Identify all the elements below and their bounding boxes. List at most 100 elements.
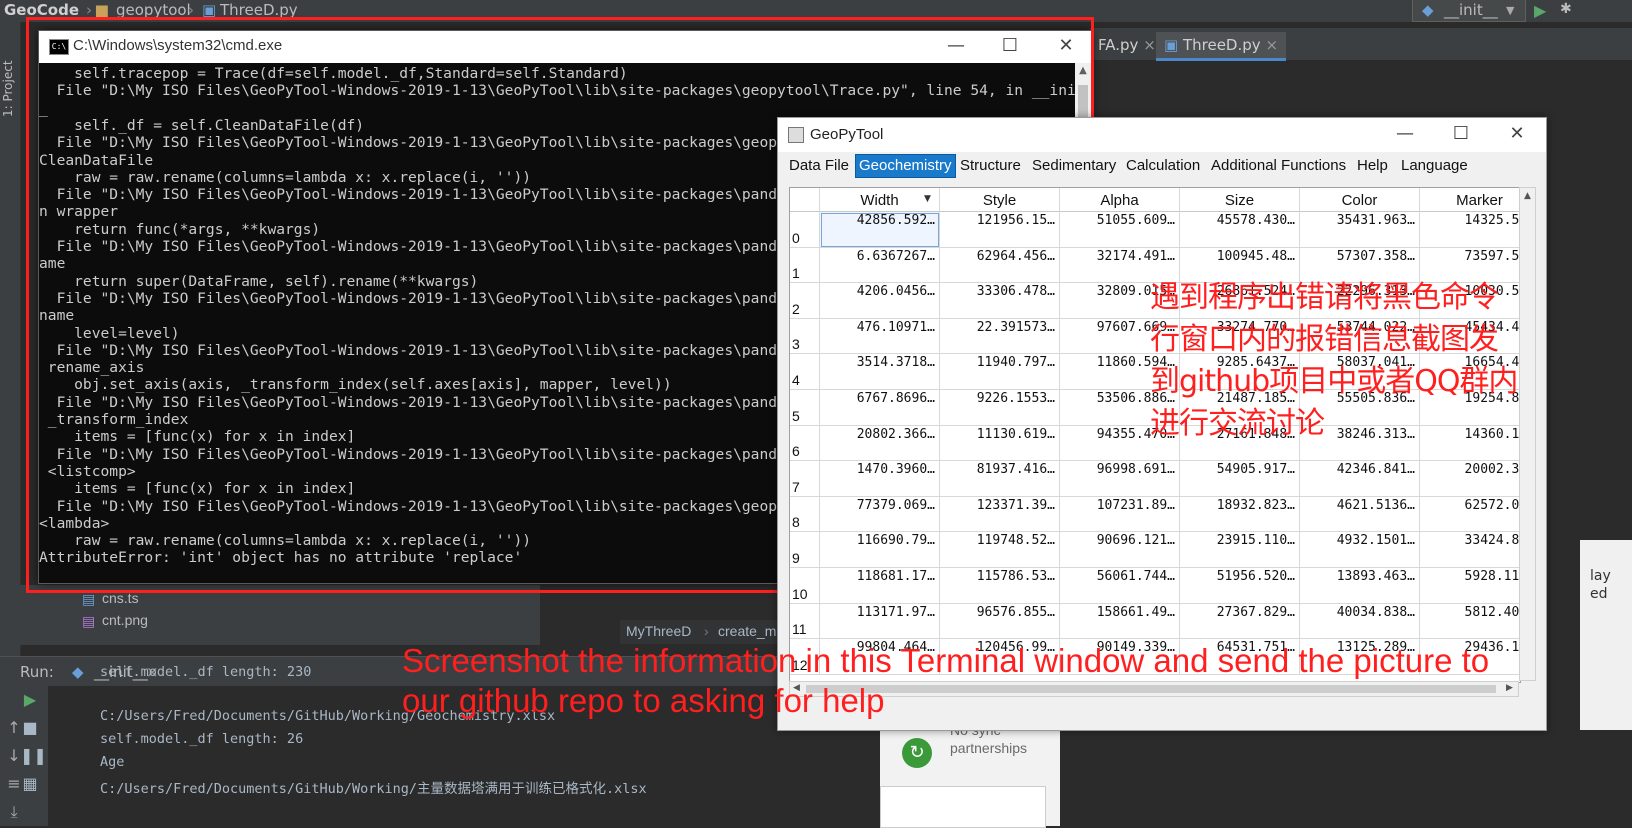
column-header[interactable]: Size	[1180, 188, 1300, 212]
table-cell[interactable]: 51956.520…	[1180, 568, 1300, 604]
table-hscrollbar[interactable]: ◀ ▶	[789, 681, 1519, 697]
row-header[interactable]: 8	[790, 496, 820, 533]
close-icon[interactable]: ×	[1143, 36, 1156, 54]
table-cell[interactable]: 118681.17…	[820, 568, 940, 604]
table-vscrollbar[interactable]: ▲	[1519, 187, 1536, 681]
table-cell[interactable]: 116690.79…	[820, 532, 940, 568]
tab-threed[interactable]: ▣ ThreeD.py ×	[1156, 32, 1287, 61]
table-cell[interactable]: 81937.416…	[940, 461, 1060, 497]
table-cell[interactable]: 113171.97…	[820, 603, 940, 640]
table-cell[interactable]: 3514.3718…	[820, 354, 940, 390]
table-cell[interactable]: 14360.184	[1420, 426, 1520, 462]
table-cell[interactable]: 476.10971…	[820, 318, 940, 355]
table-cell[interactable]: 23915.110…	[1180, 532, 1300, 568]
breadcrumb-method[interactable]: create_m	[718, 623, 776, 639]
table-cell[interactable]: 22.391573…	[940, 318, 1060, 355]
table-cell[interactable]: 158661.49…	[1060, 603, 1180, 640]
breadcrumb-class[interactable]: MyThreeD	[626, 623, 691, 639]
table-cell[interactable]: 6.6367267…	[820, 247, 940, 284]
table-cell[interactable]: 11130.619…	[940, 425, 1060, 462]
table-cell[interactable]: 107231.89…	[1060, 496, 1180, 533]
table-corner[interactable]	[790, 188, 820, 212]
table-cell[interactable]: 123371.39…	[940, 496, 1060, 533]
menu-item[interactable]: Sedimentary	[1029, 155, 1119, 177]
table-cell[interactable]: 96998.691…	[1060, 461, 1180, 497]
table-cell[interactable]: 119748.52…	[940, 532, 1060, 568]
table-cell[interactable]: 42856.592…	[820, 212, 940, 248]
file-tree-item[interactable]: cnt.png	[102, 612, 148, 628]
column-header[interactable]: Alpha	[1060, 188, 1180, 212]
table-cell[interactable]: 5928.1179	[1420, 568, 1520, 604]
geo-titlebar[interactable]: GeoPyTool — ☐ ✕	[778, 118, 1546, 152]
table-cell[interactable]: 62572.049	[1420, 497, 1520, 533]
table-cell[interactable]: 6767.8696…	[820, 390, 940, 426]
row-header[interactable]: 6	[790, 425, 820, 462]
row-header[interactable]: 1	[790, 247, 820, 284]
table-cell[interactable]: 4206.0456…	[820, 283, 940, 319]
layout-icon[interactable]: ▦	[20, 774, 40, 794]
column-header[interactable]: Marker	[1420, 188, 1520, 212]
table-cell[interactable]: 20002.371	[1420, 461, 1520, 497]
sync-button[interactable]	[880, 786, 1046, 828]
project-tool-tab[interactable]: 1: Project	[1, 60, 15, 117]
scroll-thumb[interactable]	[806, 685, 1496, 693]
menu-item[interactable]: Data File	[786, 155, 852, 177]
column-header[interactable]: Color	[1300, 188, 1420, 212]
row-header[interactable]: 7	[790, 461, 820, 497]
table-cell[interactable]: 90696.121…	[1060, 532, 1180, 568]
minimize-button[interactable]: —	[1380, 119, 1430, 151]
table-cell[interactable]: 9226.1553…	[940, 390, 1060, 426]
table-cell[interactable]: 40034.838…	[1300, 603, 1420, 640]
scroll-right-icon[interactable]: ▶	[1506, 683, 1513, 693]
menu-item[interactable]: Language	[1398, 155, 1471, 177]
table-cell[interactable]: 33424.862	[1420, 532, 1520, 568]
column-header[interactable]: Width	[820, 188, 940, 212]
row-header[interactable]: 10	[790, 568, 820, 604]
row-header[interactable]: 2	[790, 283, 820, 319]
run-icon[interactable]: ▶	[1534, 1, 1546, 20]
row-header[interactable]: 3	[790, 318, 820, 355]
close-icon[interactable]: ×	[1265, 36, 1278, 54]
menu-item[interactable]: Geochemistry	[855, 154, 956, 178]
table-cell[interactable]: 4932.1501…	[1300, 532, 1420, 568]
table-cell[interactable]: 13893.463…	[1300, 568, 1420, 604]
row-header[interactable]: 5	[790, 390, 820, 426]
table-cell[interactable]: 54905.917…	[1180, 461, 1300, 497]
row-header[interactable]: 0	[790, 212, 820, 248]
stop-icon[interactable]: ■	[20, 718, 40, 738]
rerun-icon[interactable]: ▶	[20, 690, 40, 710]
menu-item[interactable]: Structure	[957, 155, 1024, 177]
row-header[interactable]: 9	[790, 532, 820, 568]
table-cell[interactable]: 56061.744…	[1060, 568, 1180, 604]
table-cell[interactable]: 45578.430…	[1180, 212, 1300, 248]
table-cell[interactable]: 1470.3960…	[820, 461, 940, 497]
close-button[interactable]: ✕	[1492, 119, 1542, 151]
maximize-button[interactable]: ☐	[1436, 119, 1486, 151]
pause-icon[interactable]: ❚❚	[20, 746, 47, 766]
table-cell[interactable]: 27367.829…	[1180, 603, 1300, 640]
table-cell[interactable]: 4621.5136…	[1300, 496, 1420, 533]
table-cell[interactable]: 20802.366…	[820, 425, 940, 462]
menu-item[interactable]: Calculation	[1123, 155, 1203, 177]
table-cell[interactable]: 33306.478…	[940, 283, 1060, 319]
table-cell[interactable]: 51055.609…	[1060, 212, 1180, 248]
debug-icon[interactable]: ✱	[1560, 1, 1572, 17]
row-header[interactable]: 4	[790, 354, 820, 390]
table-cell[interactable]: 14325.579	[1420, 212, 1520, 248]
menu-item[interactable]: Additional Functions	[1208, 155, 1349, 177]
scroll-to-end-icon[interactable]: ⤓	[4, 802, 24, 822]
table-cell[interactable]: 62964.456…	[940, 247, 1060, 284]
table-cell[interactable]: 18932.823…	[1180, 496, 1300, 533]
table-cell[interactable]: 42346.841…	[1300, 461, 1420, 497]
tab-fa[interactable]: FA.py ×	[1090, 32, 1164, 58]
row-header[interactable]: 11	[790, 603, 820, 640]
menu-item[interactable]: Help	[1354, 155, 1391, 177]
table-cell[interactable]: 35431.963…	[1300, 212, 1420, 248]
table-cell[interactable]: 5812.4054	[1420, 604, 1520, 640]
table-cell[interactable]: 11940.797…	[940, 354, 1060, 390]
table-cell[interactable]: 115786.53…	[940, 568, 1060, 604]
table-cell[interactable]: 121956.15…	[940, 212, 1060, 248]
table-cell[interactable]: 96576.855…	[940, 603, 1060, 640]
table-cell[interactable]: 77379.069…	[820, 496, 940, 533]
scroll-up-icon[interactable]: ▲	[1524, 191, 1531, 201]
